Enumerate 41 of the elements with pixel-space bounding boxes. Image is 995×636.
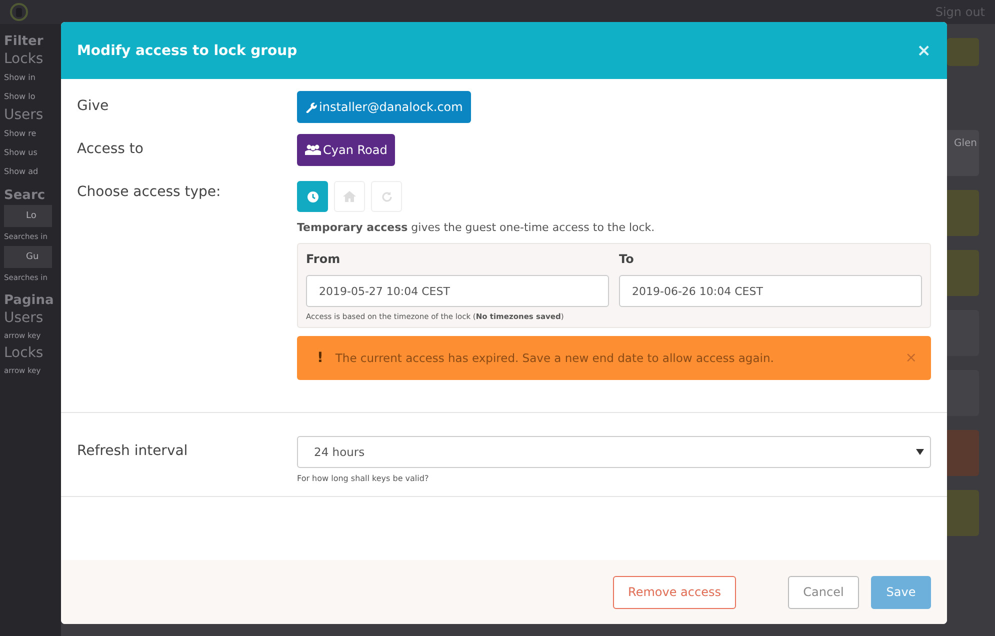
alert-icon: ! [317,350,324,366]
access-type-button[interactable] [297,181,328,212]
section-heading: Pagina [4,293,54,308]
date-field[interactable]: 2019-05-27 10:04 CEST [306,275,609,307]
home-icon [343,191,356,202]
dropdown[interactable] [947,38,979,66]
group-heading: Users [4,107,44,123]
section-heading: Filter [4,34,44,49]
interval-dropdown[interactable]: 24 hours [297,436,931,468]
search-field[interactable]: Gu [4,246,52,268]
dialog-title: Modify access to lock group [77,42,298,58]
alert-message: The current access has expired. Save a new end date to allow access again. [335,351,775,365]
filter-option[interactable]: Show us [4,148,61,157]
clock-icon [306,190,318,202]
field-label: To [619,252,635,266]
field-label: Choose access type: [77,183,222,200]
field-label: From [306,252,342,266]
field-label: Refresh interval [77,442,189,459]
cancel-button[interactable]: Cancel [788,576,859,608]
filter-option[interactable]: Show re [4,129,61,138]
group-heading: Locks [4,51,44,67]
field-label: Access to [77,140,144,157]
logo-icon [10,3,28,21]
wrench-icon [305,101,317,113]
group-icon [305,144,321,156]
filter-option[interactable]: Show in [4,73,61,82]
group-heading: Users [4,310,44,326]
lock-group-badge: Cyan Road [297,134,396,166]
refresh-icon [380,190,392,202]
filter-option[interactable]: Show ad [4,167,61,176]
filter-option[interactable]: Show lo [4,92,61,101]
group-heading: Locks [4,345,44,361]
remove-access-button[interactable]: Remove access [613,576,736,608]
user-badge: installer@danalock.com [297,91,471,123]
access-description: Temporary access gives the guest one-time access to the lock. [297,221,656,234]
field-label: Give [77,97,110,114]
section-heading: Searc [4,188,46,203]
help-text: For how long shall keys be valid? [297,474,430,483]
date-field[interactable]: 2019-06-26 10:04 CEST [619,275,922,307]
search-field[interactable]: Lo [4,205,52,227]
caret-icon [916,449,924,455]
